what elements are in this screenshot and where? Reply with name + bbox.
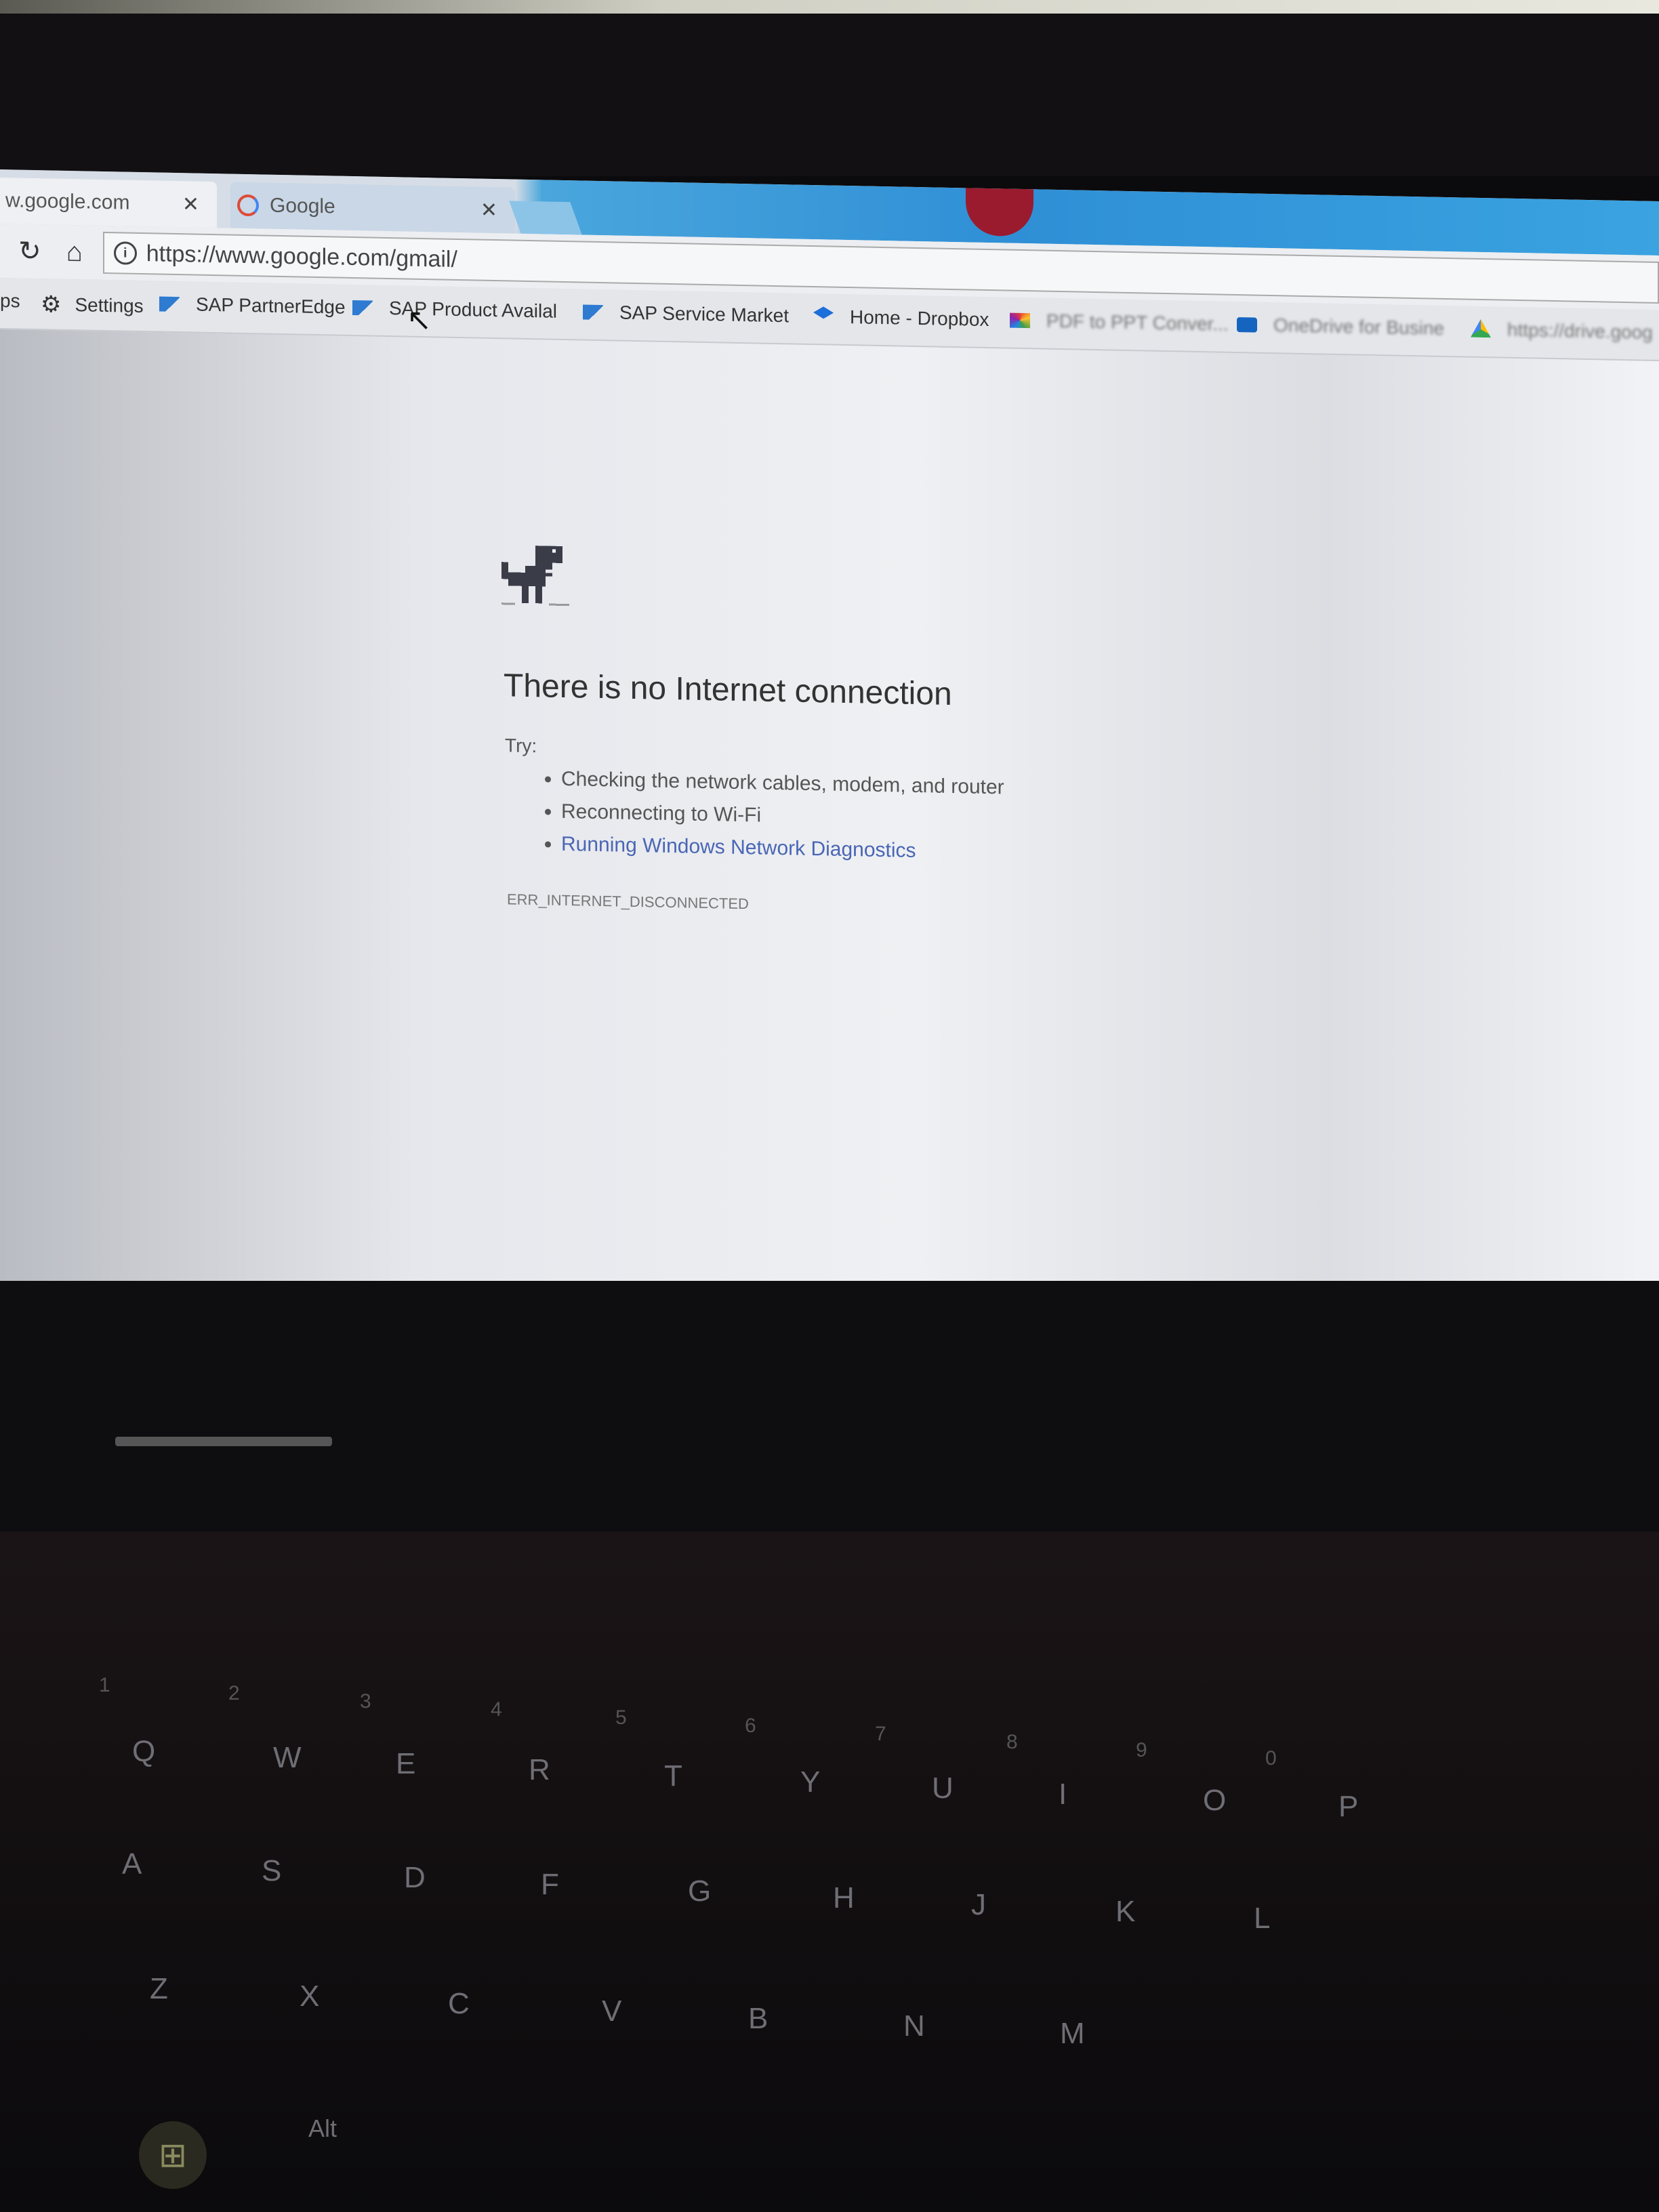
key-u[interactable]: U	[932, 1771, 954, 1805]
sap-icon	[159, 296, 180, 312]
key-j[interactable]: J	[971, 1888, 986, 1922]
close-icon[interactable]: ✕	[182, 192, 199, 216]
laptop-hinge	[115, 1437, 332, 1446]
key-h[interactable]: H	[833, 1881, 855, 1915]
error-page: There is no Internet connection Try: Che…	[501, 545, 1315, 912]
suggestions-list: Checking the network cables, modem, and …	[542, 762, 1004, 869]
laptop-screen: w.google.com ✕ Google ✕ ↻ ⌂ i https://ww…	[0, 169, 1659, 1320]
key-6[interactable]: 6	[745, 1715, 756, 1738]
screen-recorder-icon	[966, 188, 1033, 237]
info-icon[interactable]: i	[113, 241, 137, 265]
key-q[interactable]: Q	[132, 1735, 155, 1769]
mouse-cursor-icon: ↖	[407, 303, 432, 337]
error-code: ERR_INTERNET_DISCONNECTED	[507, 890, 749, 913]
key-7[interactable]: 7	[875, 1723, 886, 1746]
reload-icon[interactable]: ↻	[15, 235, 45, 267]
error-heading: There is no Internet connection	[504, 668, 952, 712]
key-1[interactable]: 1	[99, 1674, 110, 1697]
key-z[interactable]: Z	[150, 1972, 168, 2006]
google-favicon-icon	[237, 194, 259, 217]
close-icon[interactable]: ✕	[480, 198, 497, 222]
gear-icon: ⚙	[41, 291, 62, 318]
key-o[interactable]: O	[1203, 1784, 1226, 1818]
laptop-bezel-top	[0, 14, 1659, 176]
key-8[interactable]: 8	[1006, 1731, 1018, 1754]
key-l[interactable]: L	[1254, 1902, 1270, 1936]
tab-title: Google	[270, 194, 335, 218]
key-b[interactable]: B	[748, 2002, 768, 2036]
key-t[interactable]: T	[664, 1759, 682, 1793]
bookmark-sap-product-availability[interactable]: SAP Product Availal	[352, 297, 557, 323]
offline-dinosaur-icon	[501, 546, 569, 607]
google-drive-icon	[1471, 319, 1491, 340]
dropbox-icon	[813, 306, 834, 327]
key-s[interactable]: S	[262, 1854, 281, 1888]
windows-key-icon[interactable]: ⊞	[139, 2121, 207, 2189]
network-diagnostics-link[interactable]: Running Windows Network Diagnostics	[561, 833, 916, 862]
key-e[interactable]: E	[396, 1747, 415, 1781]
key-x[interactable]: X	[300, 1980, 319, 2013]
bookmark-sap-service-marketplace[interactable]: SAP Service Market	[583, 302, 789, 327]
tab-google-active[interactable]: w.google.com ✕	[0, 177, 217, 228]
bookmark-apps[interactable]: ps	[0, 290, 20, 312]
bookmark-google-drive[interactable]: https://drive.goog	[1471, 319, 1653, 344]
key-c[interactable]: C	[448, 1987, 470, 2021]
bookmark-label: Settings	[75, 294, 144, 317]
key-r[interactable]: R	[529, 1753, 550, 1787]
key-d[interactable]: D	[404, 1861, 426, 1895]
tab-google[interactable]: Google ✕	[230, 182, 515, 234]
sap-icon	[352, 300, 373, 316]
key-g[interactable]: G	[688, 1875, 711, 1908]
key-n[interactable]: N	[903, 2009, 925, 2043]
bookmark-sap-partneredge[interactable]: SAP PartnerEdge	[159, 293, 346, 319]
key-v[interactable]: V	[602, 1994, 621, 2028]
key-m[interactable]: M	[1060, 2017, 1085, 2051]
home-icon[interactable]: ⌂	[60, 237, 89, 268]
key-f[interactable]: F	[541, 1868, 559, 1902]
key-p[interactable]: P	[1338, 1790, 1358, 1824]
bookmark-settings[interactable]: ⚙ Settings	[41, 291, 144, 320]
key-i[interactable]: I	[1059, 1778, 1067, 1811]
key-y[interactable]: Y	[800, 1765, 820, 1799]
bookmark-onedrive[interactable]: OneDrive for Busine	[1237, 314, 1444, 340]
keyboard-deck	[0, 1532, 1659, 2212]
new-tab-button[interactable]	[509, 201, 582, 235]
key-w[interactable]: W	[273, 1741, 302, 1775]
key-9[interactable]: 9	[1136, 1739, 1147, 1762]
key-4[interactable]: 4	[491, 1698, 502, 1721]
url-text[interactable]: https://www.google.com/gmail/	[146, 241, 457, 273]
bookmark-label: https://drive.goog	[1507, 319, 1653, 343]
key-3[interactable]: 3	[360, 1690, 371, 1713]
key-5[interactable]: 5	[615, 1706, 627, 1729]
bookmark-label: SAP PartnerEdge	[196, 293, 346, 318]
try-label: Try:	[505, 735, 537, 757]
bookmark-label: PDF to PPT Conver...	[1046, 310, 1229, 335]
bookmark-label: OneDrive for Busine	[1273, 314, 1445, 339]
bookmark-pdf-to-ppt[interactable]: PDF to PPT Conver...	[1010, 310, 1229, 335]
laptop-bezel-bottom	[0, 1281, 1659, 1565]
sap-icon	[583, 304, 603, 321]
tab-title: w.google.com	[5, 189, 130, 214]
key-0[interactable]: 0	[1265, 1747, 1277, 1770]
bookmark-label: ps	[0, 290, 20, 312]
bookmark-label: Home - Dropbox	[850, 306, 989, 331]
key-2[interactable]: 2	[228, 1682, 240, 1705]
bookmark-dropbox[interactable]: Home - Dropbox	[813, 306, 989, 331]
key-k[interactable]: K	[1115, 1895, 1135, 1929]
onedrive-icon	[1237, 317, 1257, 333]
key-a[interactable]: A	[122, 1847, 142, 1881]
bookmark-label: SAP Service Market	[619, 302, 790, 327]
pdf-converter-icon	[1010, 312, 1030, 329]
key-alt[interactable]: Alt	[308, 2114, 337, 2143]
